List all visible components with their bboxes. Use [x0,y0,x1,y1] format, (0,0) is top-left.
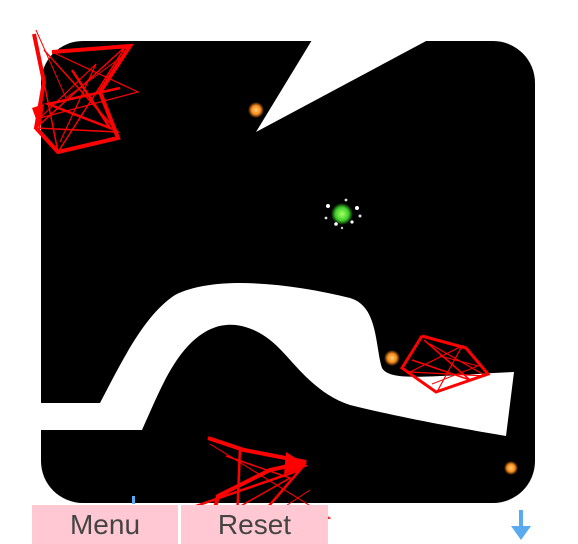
game-board [32,29,535,544]
blue-marker [132,496,135,504]
arrow-down-icon[interactable] [508,508,534,542]
menu-button[interactable]: Menu [32,505,178,544]
collectible-orb-edge [504,461,518,475]
reset-button[interactable]: Reset [181,505,328,544]
game-stage: Menu Reset [0,0,578,544]
collectible-orb-top [248,102,264,118]
collectible-orb-middle [384,350,400,366]
